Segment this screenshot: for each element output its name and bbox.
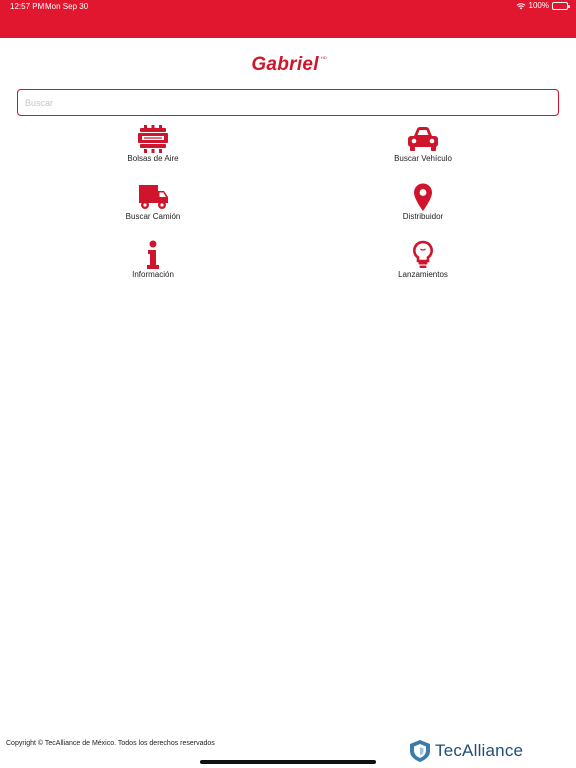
- logo-sup: HD: [320, 55, 327, 60]
- truck-icon: [139, 185, 168, 209]
- tecalliance-text: TecAlliance: [435, 741, 524, 760]
- battery-percent: 100%: [528, 1, 549, 10]
- tecalliance-shield-icon: [410, 740, 430, 762]
- info-icon: [147, 240, 159, 269]
- menu-item-informacion[interactable]: Información: [63, 240, 243, 290]
- menu-label: Distribuidor: [402, 212, 444, 221]
- logo-text: Gabriel: [251, 54, 319, 75]
- menu-label: Lanzamientos: [398, 270, 448, 279]
- status-bar: 12:57 PM Mon Sep 30 100%: [0, 0, 576, 14]
- battery-icon: [552, 1, 570, 10]
- location-pin-icon: [414, 183, 432, 211]
- home-indicator[interactable]: [200, 760, 376, 764]
- menu-label: Buscar Camión: [125, 212, 181, 221]
- status-time: 12:57 PM: [10, 2, 45, 11]
- menu-label: Buscar Vehículo: [394, 154, 452, 163]
- menu-item-buscar-vehiculo[interactable]: Buscar Vehículo: [333, 124, 513, 174]
- gabriel-logo: Gabriel HD: [0, 54, 576, 76]
- wifi-icon: [516, 2, 525, 9]
- lightbulb-icon: [413, 240, 433, 268]
- air-spring-icon: [138, 125, 168, 153]
- search-input[interactable]: [18, 90, 558, 115]
- menu-item-buscar-camion[interactable]: Buscar Camión: [63, 182, 243, 232]
- status-right: 100%: [516, 1, 570, 10]
- car-icon: [408, 127, 438, 151]
- search-box[interactable]: [17, 89, 559, 116]
- menu-label: Información: [132, 270, 174, 279]
- menu-item-lanzamientos[interactable]: Lanzamientos: [333, 240, 513, 290]
- menu-label: Bolsas de Aire: [127, 154, 179, 163]
- tecalliance-logo: TecAlliance: [409, 739, 523, 763]
- menu-item-bolsas-de-aire[interactable]: Bolsas de Aire: [63, 124, 243, 174]
- menu-item-distribuidor[interactable]: Distribuidor: [333, 182, 513, 232]
- status-date: Mon Sep 30: [45, 2, 89, 11]
- copyright-text: Copyright © TecAlliance de México. Todos…: [6, 740, 215, 747]
